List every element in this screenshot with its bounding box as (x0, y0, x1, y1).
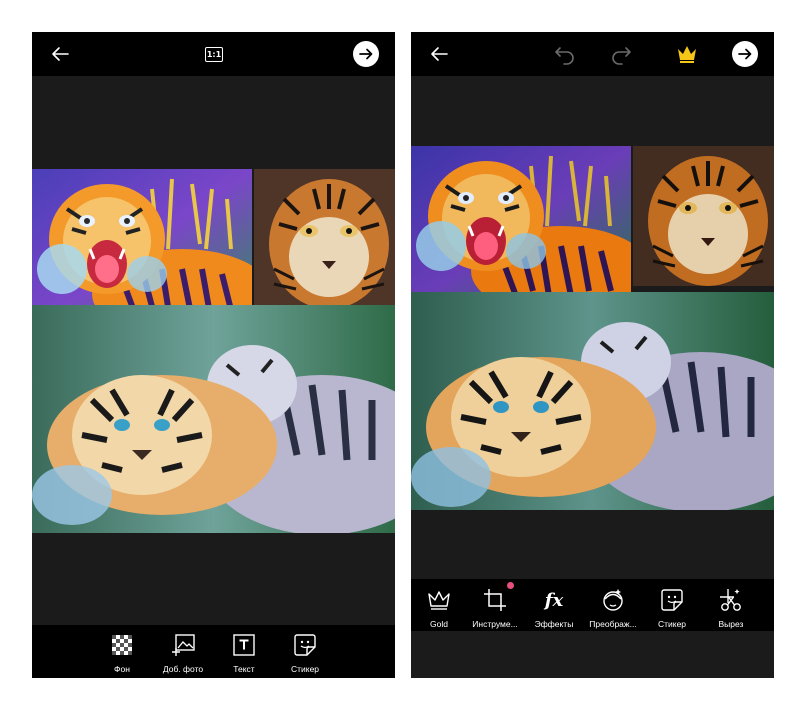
add-photo-icon (170, 632, 196, 658)
tool-label: Текст (233, 664, 255, 674)
collage-photo-two-tigers[interactable] (411, 292, 774, 510)
tool-background[interactable]: Фон (90, 632, 154, 674)
back-button[interactable] (425, 40, 453, 68)
tool-gold[interactable]: Gold (411, 587, 471, 629)
crown-outline-icon (426, 587, 452, 613)
next-arrow-icon (353, 41, 379, 67)
collage-canvas[interactable] (411, 146, 774, 510)
right-editor-screen: Gold Инструме... fx Эффекты Преображ... … (411, 32, 774, 678)
tool-label: Вырез (718, 619, 744, 629)
next-arrow-icon (732, 41, 758, 67)
tool-add-photo[interactable]: Доб. фото (151, 632, 215, 674)
beautify-icon (600, 587, 626, 613)
top-bar: 1:1 (32, 32, 395, 76)
tool-label: Эффекты (534, 619, 574, 629)
back-button[interactable] (46, 40, 74, 68)
tool-sticker[interactable]: Стикер (273, 632, 337, 674)
collage-canvas[interactable] (32, 169, 395, 533)
collage-photo-roaring-tiger[interactable] (411, 146, 631, 306)
tool-instruments[interactable]: Инструме... (463, 582, 527, 629)
aspect-ratio-button[interactable]: 1:1 (200, 40, 228, 68)
tool-label: Фон (114, 664, 130, 674)
top-bar (411, 32, 774, 76)
tool-beautify[interactable]: Преображ... (581, 587, 645, 629)
back-arrow-icon (431, 47, 448, 61)
sticker-icon (659, 587, 685, 613)
collage-photo-tiger-portrait[interactable] (633, 146, 774, 286)
tool-label: Инструме... (472, 619, 518, 629)
cutout-icon (718, 587, 744, 613)
premium-button[interactable] (673, 40, 701, 68)
tool-cutout[interactable]: Вырез (699, 587, 763, 629)
text-icon (231, 632, 257, 658)
back-arrow-icon (52, 47, 69, 61)
next-button[interactable] (731, 40, 759, 68)
redo-button[interactable] (607, 40, 635, 68)
collage-photo-tiger-portrait[interactable] (254, 169, 395, 305)
tool-text[interactable]: Текст (212, 632, 276, 674)
checkerboard-icon (109, 632, 135, 658)
tool-label: Gold (430, 619, 448, 629)
tool-label: Преображ... (589, 619, 637, 629)
aspect-ratio-label: 1:1 (205, 46, 223, 62)
fx-icon: fx (544, 589, 564, 611)
tool-sticker[interactable]: Стикер (640, 587, 704, 629)
redo-icon (612, 47, 631, 65)
left-editor-screen: 1:1 Фон Доб. фото Текст Стикер (32, 32, 395, 678)
collage-photo-two-tigers[interactable] (32, 305, 395, 533)
next-button[interactable] (352, 40, 380, 68)
bottom-toolbar: Фон Доб. фото Текст Стикер (32, 625, 395, 678)
undo-icon (555, 47, 574, 65)
crown-icon (678, 46, 696, 63)
notification-dot (507, 582, 514, 589)
tool-effects[interactable]: fx Эффекты (522, 587, 586, 630)
tool-label: Доб. фото (162, 664, 204, 674)
bottom-toolbar: Gold Инструме... fx Эффекты Преображ... … (411, 579, 774, 631)
sticker-icon (292, 632, 318, 658)
tool-label: Стикер (657, 619, 687, 629)
undo-button[interactable] (551, 40, 579, 68)
tool-label: Стикер (290, 664, 320, 674)
crop-icon (482, 582, 514, 613)
